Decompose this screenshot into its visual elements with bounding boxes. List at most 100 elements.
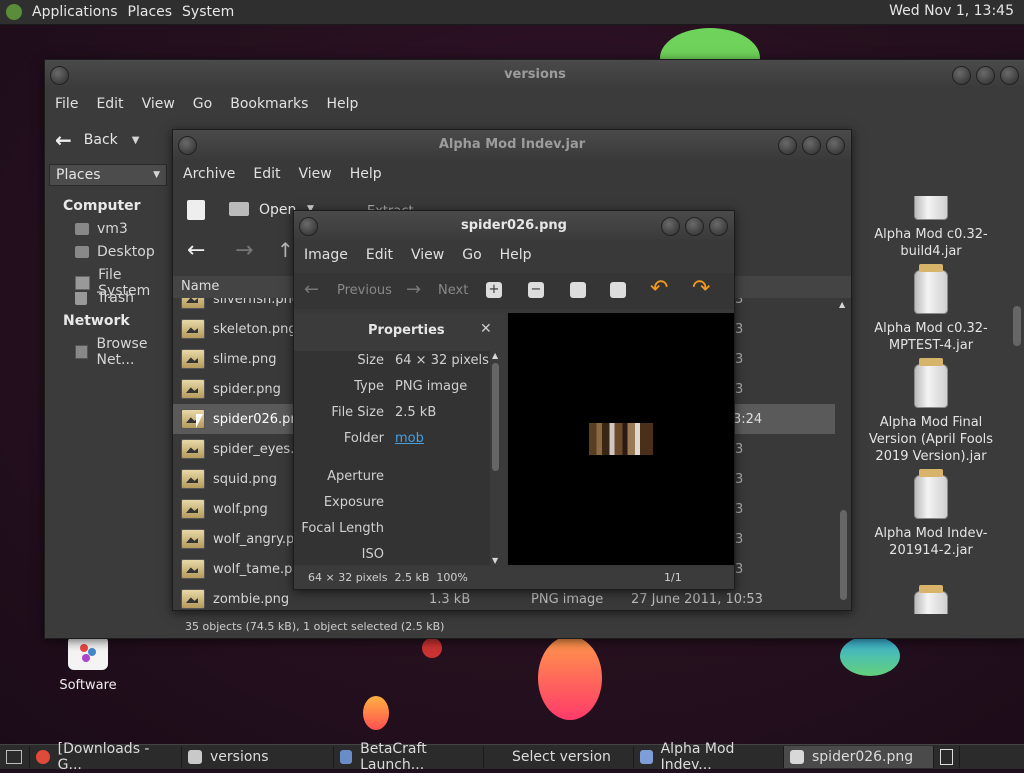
- menu-bookmarks[interactable]: Bookmarks: [230, 96, 308, 112]
- scroll-thumb[interactable]: [1013, 306, 1021, 346]
- menu-edit[interactable]: Edit: [96, 96, 123, 112]
- system-menu[interactable]: System: [182, 4, 234, 20]
- maximize-button[interactable]: [802, 136, 821, 155]
- minimize-button[interactable]: [661, 217, 680, 236]
- scroll-up-icon[interactable]: ▲: [839, 300, 845, 309]
- scroll-thumb[interactable]: [492, 363, 499, 471]
- image-file-icon: [181, 559, 205, 579]
- prop-key: Exposure: [323, 495, 384, 510]
- places-combo[interactable]: Places ▼: [49, 164, 167, 186]
- up-arrow-icon[interactable]: ↑: [277, 238, 294, 262]
- sidebar-item-browse-network[interactable]: Browse Net...: [75, 336, 173, 368]
- menu-go[interactable]: Go: [193, 96, 212, 112]
- close-button[interactable]: [709, 217, 728, 236]
- task-image-viewer[interactable]: spider026.png: [784, 746, 934, 768]
- show-desktop-button[interactable]: [0, 746, 30, 768]
- jar-item[interactable]: [851, 585, 1011, 614]
- close-button[interactable]: [1000, 66, 1019, 85]
- status-text: 35 objects (74.5 kB), 1 object selected …: [185, 620, 445, 633]
- menu-go[interactable]: Go: [462, 247, 481, 263]
- rotate-left-icon[interactable]: ↶: [650, 276, 668, 301]
- sidebar-header-computer: Computer: [63, 198, 141, 214]
- back-arrow-icon[interactable]: ←: [187, 238, 205, 263]
- top-panel: Applications Places System Wed Nov 1, 13…: [0, 0, 1024, 25]
- task-select-version[interactable]: Select version: [484, 746, 634, 768]
- menu-image[interactable]: Image: [304, 247, 348, 263]
- close-properties-icon[interactable]: ✕: [480, 321, 492, 337]
- maximize-button[interactable]: [976, 66, 995, 85]
- properties-scrollbar[interactable]: ▲ ▼: [490, 351, 502, 565]
- menu-help[interactable]: Help: [350, 166, 382, 182]
- new-archive-icon[interactable]: [187, 200, 205, 220]
- next-arrow-icon[interactable]: →: [406, 279, 421, 300]
- workspace-switcher[interactable]: [934, 746, 960, 768]
- previous-button-label[interactable]: Previous: [337, 283, 392, 298]
- zoom-out-icon[interactable]: −: [528, 282, 544, 298]
- menu-archive[interactable]: Archive: [183, 166, 235, 182]
- distro-logo-icon[interactable]: [6, 4, 22, 20]
- archive-titlebar[interactable]: Alpha Mod Indev.jar: [173, 130, 851, 160]
- scroll-thumb[interactable]: [840, 510, 847, 600]
- jar-item[interactable]: Alpha Mod c0.32-build4.jar: [851, 196, 1011, 260]
- back-dropdown-icon[interactable]: ▼: [132, 135, 140, 146]
- task-betacraft[interactable]: BetaCraft Launch...: [334, 741, 484, 773]
- prop-key: Type: [354, 379, 384, 394]
- scroll-up-icon[interactable]: ▲: [492, 351, 498, 360]
- minimize-button[interactable]: [952, 66, 971, 85]
- file-col: 3: [735, 501, 744, 517]
- column-name[interactable]: Name: [181, 279, 219, 294]
- jar-item[interactable]: Alpha Mod Final Version (April Fools 201…: [851, 358, 1011, 465]
- clock[interactable]: Wed Nov 1, 13:45: [889, 3, 1014, 19]
- task-archive-manager[interactable]: Alpha Mod Indev...: [634, 741, 784, 773]
- sidebar-item-label: vm3: [97, 221, 128, 237]
- zoom-in-icon[interactable]: +: [486, 282, 502, 298]
- open-archive-icon[interactable]: [229, 202, 249, 216]
- back-button[interactable]: ← Back ▼: [55, 128, 139, 152]
- places-menu[interactable]: Places: [128, 4, 173, 20]
- task-downloads[interactable]: [Downloads - G...: [30, 741, 182, 773]
- zoom-normal-icon[interactable]: [570, 282, 586, 298]
- sidebar-item-trash[interactable]: Trash: [75, 290, 134, 306]
- menu-file[interactable]: File: [55, 96, 78, 112]
- properties-pane: Properties ✕ Size 64 × 32 pixels Type PN…: [294, 313, 506, 565]
- viewer-titlebar[interactable]: spider026.png: [294, 211, 734, 241]
- forward-arrow-icon[interactable]: →: [235, 238, 253, 263]
- previous-arrow-icon[interactable]: ←: [304, 279, 319, 300]
- desktop-icon-software[interactable]: Software: [52, 636, 124, 693]
- back-arrow-icon: ←: [55, 128, 72, 152]
- menu-help[interactable]: Help: [326, 96, 358, 112]
- icon-view-scrollbar[interactable]: [1011, 196, 1021, 614]
- minimize-button[interactable]: [778, 136, 797, 155]
- archive-scrollbar[interactable]: ▲: [837, 298, 849, 610]
- jar-item[interactable]: Alpha Mod c0.32-MPTEST-4.jar: [851, 264, 1011, 354]
- task-label: versions: [210, 749, 269, 765]
- window-menu-button[interactable]: [50, 66, 69, 85]
- applications-menu[interactable]: Applications: [32, 4, 118, 20]
- window-menu-button[interactable]: [299, 217, 318, 236]
- scroll-down-icon[interactable]: ▼: [492, 556, 498, 565]
- sidebar-item-vm3[interactable]: vm3: [75, 221, 128, 237]
- window-menu-button[interactable]: [178, 136, 197, 155]
- file-manager-titlebar[interactable]: versions: [45, 60, 1024, 90]
- menu-edit[interactable]: Edit: [253, 166, 280, 182]
- jar-item[interactable]: Alpha Mod Indev-201914-2.jar: [851, 469, 1011, 559]
- rotate-right-icon[interactable]: ↷: [692, 276, 710, 301]
- open-button-label[interactable]: Open: [259, 202, 296, 218]
- zoom-fit-icon[interactable]: [610, 282, 626, 298]
- menu-edit[interactable]: Edit: [366, 247, 393, 263]
- close-button[interactable]: [826, 136, 845, 155]
- menu-help[interactable]: Help: [500, 247, 532, 263]
- menu-view[interactable]: View: [411, 247, 444, 263]
- file-col: 3: [735, 471, 744, 487]
- properties-title: Properties: [368, 323, 445, 338]
- image-file-icon: [181, 379, 205, 399]
- folder-link[interactable]: mob: [395, 431, 424, 446]
- next-button-label[interactable]: Next: [438, 283, 468, 298]
- sidebar-item-desktop[interactable]: Desktop: [75, 244, 155, 260]
- image-canvas[interactable]: [508, 313, 734, 565]
- maximize-button[interactable]: [685, 217, 704, 236]
- menu-view[interactable]: View: [299, 166, 332, 182]
- menu-view[interactable]: View: [142, 96, 175, 112]
- task-versions[interactable]: versions: [182, 746, 334, 768]
- viewer-status-right: 1/1: [664, 571, 682, 584]
